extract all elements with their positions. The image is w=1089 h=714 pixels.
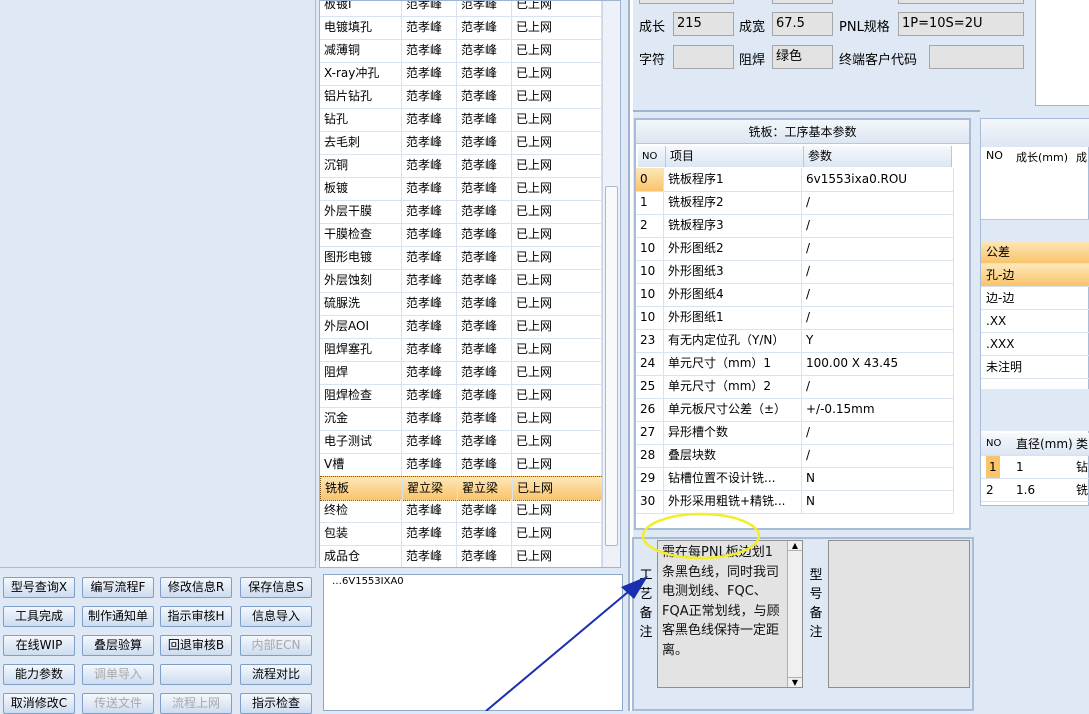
annotation-circle bbox=[641, 512, 761, 560]
annotation-overlay bbox=[485, 512, 761, 711]
annotation-arrow-line bbox=[485, 591, 629, 711]
